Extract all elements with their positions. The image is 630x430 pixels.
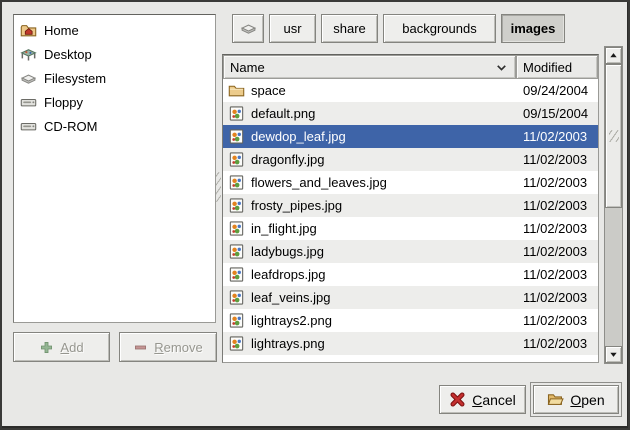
file-row-dewdop-leaf-jpg[interactable]: dewdop_leaf.jpg 11/02/2003: [223, 125, 598, 148]
file-modified-date: 11/02/2003: [516, 244, 598, 259]
file-row-frosty-pipes-jpg[interactable]: frosty_pipes.jpg 11/02/2003: [223, 194, 598, 217]
column-header-name-label: Name: [230, 60, 265, 75]
file-name: leafdrops.jpg: [251, 267, 325, 282]
sidebar-item-label: CD-ROM: [44, 119, 97, 134]
folder-icon: [228, 82, 245, 99]
file-modified-date: 11/02/2003: [516, 175, 598, 190]
image-file-icon: [228, 289, 245, 306]
breadcrumb-usr[interactable]: usr: [269, 14, 316, 43]
file-name: frosty_pipes.jpg: [251, 198, 342, 213]
file-list-pane: Name Modified space 09/24/2004 default.p…: [222, 54, 599, 363]
file-name: default.png: [251, 106, 315, 121]
file-row-leafdrops-jpg[interactable]: leafdrops.jpg 11/02/2003: [223, 263, 598, 286]
column-header-name[interactable]: Name: [223, 55, 516, 79]
breadcrumb-images[interactable]: images: [501, 14, 565, 43]
file-row-space[interactable]: space 09/24/2004: [223, 79, 598, 102]
file-name: space: [251, 83, 286, 98]
file-row-ladybugs-jpg[interactable]: ladybugs.jpg 11/02/2003: [223, 240, 598, 263]
image-file-icon: [228, 266, 245, 283]
home-icon: [20, 22, 37, 39]
disk-icon: [240, 20, 257, 37]
vertical-scrollbar[interactable]: [604, 46, 623, 364]
scroll-down-button[interactable]: [605, 346, 622, 363]
image-file-icon: [228, 105, 245, 122]
scrollbar-thumb-grip: [609, 130, 619, 142]
add-plus-icon: [39, 340, 54, 355]
breadcrumb-backgrounds[interactable]: backgrounds: [383, 14, 496, 43]
places-sidebar: Home Desktop Filesystem Floppy CD-ROM: [13, 14, 216, 323]
scrollbar-thumb[interactable]: [605, 64, 622, 208]
list-header: Name Modified: [223, 55, 598, 79]
file-name: in_flight.jpg: [251, 221, 317, 236]
column-header-modified-label: Modified: [523, 60, 572, 75]
sidebar-item-label: Desktop: [44, 47, 92, 62]
file-row-flowers-and-leaves-jpg[interactable]: flowers_and_leaves.jpg 11/02/2003: [223, 171, 598, 194]
cancel-button[interactable]: Cancel: [439, 385, 526, 414]
remove-button[interactable]: Remove: [119, 332, 217, 362]
open-button-label: Open: [570, 392, 604, 408]
sidebar-item-label: Filesystem: [44, 71, 106, 86]
column-header-modified[interactable]: Modified: [516, 55, 598, 79]
image-file-icon: [228, 335, 245, 352]
file-row-leaf-veins-jpg[interactable]: leaf_veins.jpg 11/02/2003: [223, 286, 598, 309]
image-file-icon: [228, 151, 245, 168]
image-file-icon: [228, 312, 245, 329]
file-modified-date: 09/15/2004: [516, 106, 598, 121]
open-button[interactable]: Open: [533, 385, 619, 414]
filesystem-icon: [20, 70, 37, 87]
remove-button-label: Remove: [154, 340, 202, 355]
arrow-down-icon: [608, 349, 619, 360]
file-row-lightrays2-png[interactable]: lightrays2.png 11/02/2003: [223, 309, 598, 332]
file-rows: space 09/24/2004 default.png 09/15/2004 …: [223, 79, 598, 355]
image-file-icon: [228, 174, 245, 191]
sidebar-item-cd-rom[interactable]: CD-ROM: [14, 114, 215, 138]
image-file-icon: [228, 243, 245, 260]
add-button[interactable]: Add: [13, 332, 110, 362]
file-modified-date: 11/02/2003: [516, 198, 598, 213]
file-modified-date: 11/02/2003: [516, 313, 598, 328]
image-file-icon: [228, 197, 245, 214]
image-file-icon: [228, 128, 245, 145]
file-row-dragonfly-jpg[interactable]: dragonfly.jpg 11/02/2003: [223, 148, 598, 171]
sidebar-item-desktop[interactable]: Desktop: [14, 42, 215, 66]
file-chooser-dialog: Home Desktop Filesystem Floppy CD-ROM Ad…: [0, 0, 630, 430]
sort-down-icon: [494, 60, 509, 75]
sidebar-item-filesystem[interactable]: Filesystem: [14, 66, 215, 90]
arrow-up-icon: [608, 50, 619, 61]
file-row-lightrays-png[interactable]: lightrays.png 11/02/2003: [223, 332, 598, 355]
breadcrumb-share[interactable]: share: [321, 14, 378, 43]
cancel-x-icon: [449, 391, 466, 408]
file-row-default-png[interactable]: default.png 09/15/2004: [223, 102, 598, 125]
file-modified-date: 11/02/2003: [516, 152, 598, 167]
scroll-up-button[interactable]: [605, 47, 622, 64]
file-name: lightrays2.png: [251, 313, 332, 328]
file-name: dragonfly.jpg: [251, 152, 324, 167]
file-modified-date: 11/02/2003: [516, 129, 598, 144]
drive-icon: [20, 118, 37, 135]
file-modified-date: 09/24/2004: [516, 83, 598, 98]
drive-icon: [20, 94, 37, 111]
desktop-icon: [20, 46, 37, 63]
file-modified-date: 11/02/2003: [516, 221, 598, 236]
file-name: lightrays.png: [251, 336, 325, 351]
open-folder-icon: [547, 391, 564, 408]
file-name: dewdop_leaf.jpg: [251, 129, 346, 144]
image-file-icon: [228, 220, 245, 237]
cancel-button-label: Cancel: [472, 392, 516, 408]
file-modified-date: 11/02/2003: [516, 290, 598, 305]
sidebar-item-home[interactable]: Home: [14, 18, 215, 42]
sidebar-item-label: Floppy: [44, 95, 83, 110]
sidebar-item-floppy[interactable]: Floppy: [14, 90, 215, 114]
remove-minus-icon: [133, 340, 148, 355]
file-modified-date: 11/02/2003: [516, 267, 598, 282]
breadcrumb-root[interactable]: [232, 14, 264, 43]
file-row-in-flight-jpg[interactable]: in_flight.jpg 11/02/2003: [223, 217, 598, 240]
pane-resize-handle[interactable]: [216, 172, 221, 202]
file-name: ladybugs.jpg: [251, 244, 324, 259]
add-button-label: Add: [60, 340, 83, 355]
sidebar-item-label: Home: [44, 23, 79, 38]
file-name: leaf_veins.jpg: [251, 290, 331, 305]
file-modified-date: 11/02/2003: [516, 336, 598, 351]
file-name: flowers_and_leaves.jpg: [251, 175, 387, 190]
